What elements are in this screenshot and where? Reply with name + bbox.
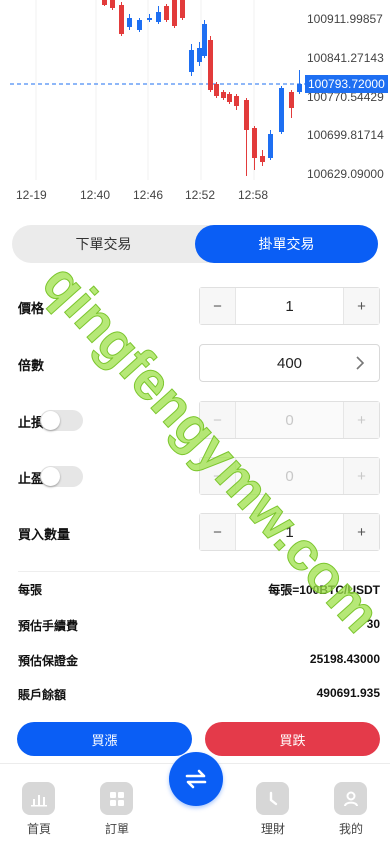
swap-icon [185, 769, 207, 789]
candle [156, 12, 161, 22]
quantity-decrement-button[interactable]: − [200, 514, 236, 550]
candle [234, 96, 239, 106]
toggle-knob [41, 411, 60, 430]
take-profit-toggle[interactable] [40, 466, 83, 487]
candle [227, 94, 232, 102]
candle [244, 100, 249, 130]
time-tick: 12-19 [16, 188, 47, 202]
margin-row: 預估保證金 25198.43000 [0, 649, 390, 669]
swap-button[interactable] [169, 752, 223, 806]
stop-loss-increment-button[interactable]: + [343, 402, 379, 438]
quantity-label: 買入數量 [18, 527, 71, 542]
candle [110, 0, 115, 8]
price-tick: 100699.81714 [307, 128, 384, 142]
buy-up-button[interactable]: 買漲 [17, 722, 192, 756]
time-tick: 12:52 [185, 188, 216, 202]
candle [127, 18, 132, 27]
candle [164, 6, 169, 20]
candle [279, 88, 284, 132]
nav-item-orders[interactable]: 訂單 [92, 782, 142, 837]
take-profit-increment-button[interactable]: + [343, 458, 379, 494]
nav-label: 理財 [260, 822, 285, 836]
chart-icon [22, 782, 55, 815]
take-profit-input[interactable]: 0 [236, 458, 343, 494]
candle [119, 5, 124, 34]
candle [147, 18, 152, 20]
take-profit-stepper: − 0 + [199, 457, 380, 495]
candle [137, 20, 142, 30]
time-tick: 12:40 [80, 188, 111, 202]
price-row: 價格 − 1 + [0, 287, 390, 325]
grid-icon [100, 782, 133, 815]
candle [297, 84, 302, 92]
stop-loss-row: 止損 − 0 + [0, 401, 390, 439]
nav-label: 首頁 [26, 822, 51, 836]
candle [172, 0, 177, 26]
nav-item-finance[interactable]: 理財 [248, 782, 298, 837]
fee-label: 預估手續費 [18, 619, 79, 633]
price-label: 價格 [18, 301, 45, 316]
margin-label: 預估保證金 [18, 654, 79, 668]
candle [252, 128, 257, 158]
price-decrement-button[interactable]: − [200, 288, 236, 324]
price-stepper: − 1 + [199, 287, 380, 325]
divider [18, 571, 380, 572]
balance-row: 賬戶餘額 490691.935 [0, 683, 390, 703]
clock-icon [256, 782, 289, 815]
candle [289, 92, 294, 108]
candle [221, 92, 226, 98]
candle [102, 0, 107, 5]
quantity-input[interactable]: 1 [236, 514, 343, 550]
buy-down-button[interactable]: 買跌 [205, 722, 380, 756]
multiple-row: 倍數 400 [0, 344, 390, 382]
stop-loss-input[interactable]: 0 [236, 402, 343, 438]
quantity-increment-button[interactable]: + [343, 514, 379, 550]
multiple-label: 倍數 [18, 358, 45, 373]
per-lot-value: 每張=100BTC/USDT [268, 583, 380, 597]
tab-market-order[interactable]: 下單交易 [12, 225, 195, 263]
price-tick: 100911.99857 [307, 12, 383, 26]
take-profit-row: 止盈 − 0 + [0, 457, 390, 495]
candle [180, 0, 185, 18]
toggle-knob [41, 467, 60, 486]
candle [197, 48, 202, 62]
stop-loss-stepper: − 0 + [199, 401, 380, 439]
per-lot-label: 每張 [18, 583, 43, 597]
time-tick: 12:58 [238, 188, 269, 202]
candle [268, 134, 273, 158]
price-tick: 100629.09000 [307, 167, 384, 181]
candle [189, 50, 194, 72]
candlestick-chart[interactable]: 100911.99857 100841.27143 100770.54429 1… [0, 0, 390, 210]
time-tick: 12:46 [133, 188, 164, 202]
per-lot-row: 每張 每張=100BTC/USDT [0, 578, 390, 598]
fee-value: 30 [366, 617, 380, 631]
take-profit-decrement-button[interactable]: − [200, 458, 236, 494]
tab-limit-order[interactable]: 掛單交易 [195, 225, 378, 263]
balance-value: 490691.935 [316, 686, 380, 700]
candle [214, 84, 219, 96]
price-increment-button[interactable]: + [343, 288, 379, 324]
margin-value: 25198.43000 [309, 652, 380, 666]
chevron-right-icon [356, 356, 365, 370]
balance-label: 賬戶餘額 [18, 688, 67, 702]
multiple-select[interactable]: 400 [199, 344, 380, 382]
current-price-tag: 100793.72000 [305, 75, 388, 93]
stop-loss-toggle[interactable] [40, 410, 83, 431]
user-icon [334, 782, 367, 815]
nav-item-profile[interactable]: 我的 [326, 782, 376, 837]
price-input[interactable]: 1 [236, 288, 343, 324]
stop-loss-decrement-button[interactable]: − [200, 402, 236, 438]
nav-label: 我的 [338, 822, 363, 836]
price-tick: 100841.27143 [307, 51, 384, 65]
candle [208, 40, 213, 90]
nav-label: 訂單 [104, 822, 129, 836]
candle [260, 156, 265, 162]
fee-row: 預估手續費 30 [0, 614, 390, 634]
order-type-tabs: 下單交易 掛單交易 [12, 225, 378, 263]
quantity-stepper: − 1 + [199, 513, 380, 551]
nav-item-home[interactable]: 首頁 [14, 782, 64, 837]
candle [202, 24, 207, 56]
quantity-row: 買入數量 − 1 + [0, 513, 390, 551]
